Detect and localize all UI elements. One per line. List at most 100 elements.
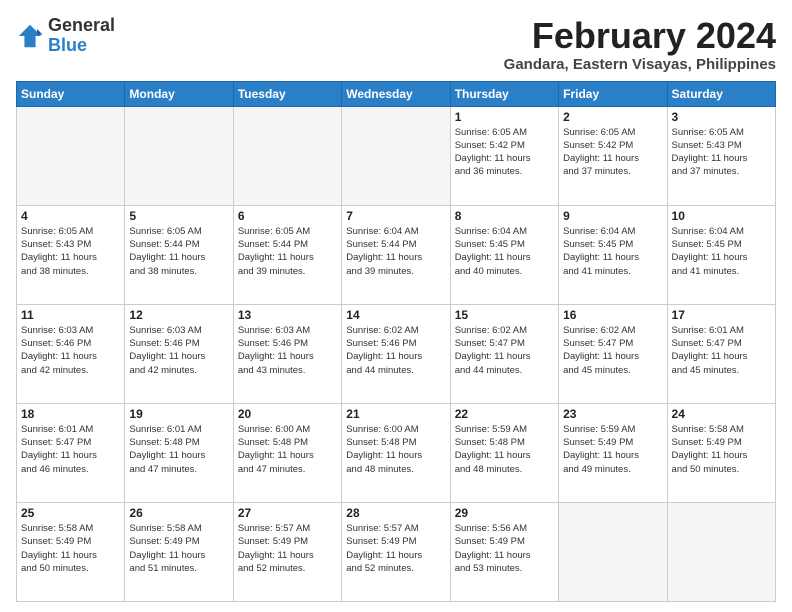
day-cell: 18 Sunrise: 6:01 AMSunset: 5:47 PMDayligh…: [17, 403, 125, 502]
day-number: 29: [455, 506, 554, 520]
day-number: 21: [346, 407, 445, 421]
header-monday: Monday: [125, 81, 233, 106]
day-cell: [233, 106, 341, 205]
day-cell: 3 Sunrise: 6:05 AMSunset: 5:43 PMDaylight…: [667, 106, 775, 205]
day-number: 11: [21, 308, 120, 322]
day-info: Sunrise: 6:05 AMSunset: 5:43 PMDaylight:…: [21, 225, 120, 278]
day-cell: 27Sunrise: 5:57 AMSunset: 5:49 PMDayligh…: [233, 502, 341, 601]
day-number: 1: [455, 110, 554, 124]
logo-general: General: [48, 16, 115, 36]
day-info: Sunrise: 6:03 AMSunset: 5:46 PMDaylight:…: [238, 324, 337, 377]
day-number: 7: [346, 209, 445, 223]
day-info: Sunrise: 6:05 AMSunset: 5:44 PMDaylight:…: [238, 225, 337, 278]
day-info: Sunrise: 6:00 AMSunset: 5:48 PMDaylight:…: [238, 423, 337, 476]
week-row-2: 11 Sunrise: 6:03 AMSunset: 5:46 PMDayligh…: [17, 304, 776, 403]
day-cell: 1Sunrise: 6:05 AMSunset: 5:42 PMDaylight…: [450, 106, 558, 205]
day-info: Sunrise: 5:59 AMSunset: 5:49 PMDaylight:…: [563, 423, 662, 476]
day-number: 22: [455, 407, 554, 421]
day-info: Sunrise: 6:04 AMSunset: 5:45 PMDaylight:…: [672, 225, 771, 278]
day-number: 5: [129, 209, 228, 223]
day-info: Sunrise: 6:02 AMSunset: 5:47 PMDaylight:…: [455, 324, 554, 377]
day-number: 3: [672, 110, 771, 124]
week-row-0: 1 Sunrise: 6:05 AMSunset: 5:42 PMDaylight…: [17, 106, 776, 205]
day-cell: 13 Sunrise: 6:03 AMSunset: 5:46 PMDayligh…: [233, 304, 341, 403]
day-number: 6: [238, 209, 337, 223]
day-info: Sunrise: 5:59 AMSunset: 5:48 PMDaylight:…: [455, 423, 554, 476]
day-cell: 29 Sunrise: 5:56 AMSunset: 5:49 PMDayligh…: [450, 502, 558, 601]
day-cell: [667, 502, 775, 601]
day-cell: 10 Sunrise: 6:04 AMSunset: 5:45 PMDayligh…: [667, 205, 775, 304]
day-info: Sunrise: 6:04 AMSunset: 5:45 PMDaylight:…: [563, 225, 662, 278]
day-cell: 2Sunrise: 6:05 AMSunset: 5:42 PMDaylight…: [559, 106, 667, 205]
day-number: 20: [238, 407, 337, 421]
day-cell: 15 Sunrise: 6:02 AMSunset: 5:47 PMDayligh…: [450, 304, 558, 403]
page: General Blue February 2024 Gandara, East…: [0, 0, 792, 612]
weekday-header-row: Sunday Monday Tuesday Wednesday Thursday…: [17, 81, 776, 106]
day-number: 24: [672, 407, 771, 421]
day-cell: 24 Sunrise: 5:58 AMSunset: 5:49 PMDayligh…: [667, 403, 775, 502]
day-info: Sunrise: 5:56 AMSunset: 5:49 PMDaylight:…: [455, 522, 554, 575]
week-row-3: 18 Sunrise: 6:01 AMSunset: 5:47 PMDayligh…: [17, 403, 776, 502]
day-number: 15: [455, 308, 554, 322]
day-cell: 25Sunrise: 5:58 AMSunset: 5:49 PMDayligh…: [17, 502, 125, 601]
day-info: Sunrise: 6:02 AMSunset: 5:47 PMDaylight:…: [563, 324, 662, 377]
day-number: 18: [21, 407, 120, 421]
header-friday: Friday: [559, 81, 667, 106]
day-number: 19: [129, 407, 228, 421]
day-number: 16: [563, 308, 662, 322]
day-info: Sunrise: 5:58 AMSunset: 5:49 PMDaylight:…: [672, 423, 771, 476]
day-cell: 9 Sunrise: 6:04 AMSunset: 5:45 PMDaylight…: [559, 205, 667, 304]
day-cell: 28 Sunrise: 5:57 AMSunset: 5:49 PMDayligh…: [342, 502, 450, 601]
day-info: Sunrise: 6:00 AMSunset: 5:48 PMDaylight:…: [346, 423, 445, 476]
day-info: Sunrise: 6:01 AMSunset: 5:47 PMDaylight:…: [21, 423, 120, 476]
calendar-title: February 2024: [504, 16, 776, 56]
title-block: February 2024 Gandara, Eastern Visayas, …: [504, 16, 776, 73]
day-cell: 19 Sunrise: 6:01 AMSunset: 5:48 PMDayligh…: [125, 403, 233, 502]
day-number: 8: [455, 209, 554, 223]
header: General Blue February 2024 Gandara, East…: [16, 16, 776, 73]
day-info: Sunrise: 6:04 AMSunset: 5:45 PMDaylight:…: [455, 225, 554, 278]
calendar-subtitle: Gandara, Eastern Visayas, Philippines: [504, 56, 776, 73]
day-number: 14: [346, 308, 445, 322]
day-info: Sunrise: 5:57 AMSunset: 5:49 PMDaylight:…: [238, 522, 337, 575]
calendar-table: Sunday Monday Tuesday Wednesday Thursday…: [16, 81, 776, 602]
header-wednesday: Wednesday: [342, 81, 450, 106]
day-cell: 16 Sunrise: 6:02 AMSunset: 5:47 PMDayligh…: [559, 304, 667, 403]
day-number: 4: [21, 209, 120, 223]
day-number: 9: [563, 209, 662, 223]
day-number: 13: [238, 308, 337, 322]
day-info: Sunrise: 6:01 AMSunset: 5:47 PMDaylight:…: [672, 324, 771, 377]
header-tuesday: Tuesday: [233, 81, 341, 106]
day-cell: 5Sunrise: 6:05 AMSunset: 5:44 PMDaylight…: [125, 205, 233, 304]
day-info: Sunrise: 6:01 AMSunset: 5:48 PMDaylight:…: [129, 423, 228, 476]
day-info: Sunrise: 5:58 AMSunset: 5:49 PMDaylight:…: [21, 522, 120, 575]
day-cell: 21 Sunrise: 6:00 AMSunset: 5:48 PMDayligh…: [342, 403, 450, 502]
logo-icon: [16, 22, 44, 50]
day-number: 12: [129, 308, 228, 322]
day-cell: 6 Sunrise: 6:05 AMSunset: 5:44 PMDaylight…: [233, 205, 341, 304]
week-row-1: 4 Sunrise: 6:05 AMSunset: 5:43 PMDaylight…: [17, 205, 776, 304]
header-thursday: Thursday: [450, 81, 558, 106]
day-number: 23: [563, 407, 662, 421]
logo-blue: Blue: [48, 36, 115, 56]
day-cell: 23 Sunrise: 5:59 AMSunset: 5:49 PMDayligh…: [559, 403, 667, 502]
day-cell: [125, 106, 233, 205]
day-info: Sunrise: 6:05 AMSunset: 5:42 PMDaylight:…: [563, 126, 662, 179]
day-cell: [17, 106, 125, 205]
day-cell: 22 Sunrise: 5:59 AMSunset: 5:48 PMDayligh…: [450, 403, 558, 502]
day-info: Sunrise: 6:03 AMSunset: 5:46 PMDaylight:…: [129, 324, 228, 377]
day-cell: 12 Sunrise: 6:03 AMSunset: 5:46 PMDayligh…: [125, 304, 233, 403]
day-number: 17: [672, 308, 771, 322]
day-info: Sunrise: 5:57 AMSunset: 5:49 PMDaylight:…: [346, 522, 445, 575]
day-cell: 26Sunrise: 5:58 AMSunset: 5:49 PMDayligh…: [125, 502, 233, 601]
day-cell: 4 Sunrise: 6:05 AMSunset: 5:43 PMDaylight…: [17, 205, 125, 304]
day-cell: [342, 106, 450, 205]
day-number: 28: [346, 506, 445, 520]
day-cell: [559, 502, 667, 601]
day-number: 26: [129, 506, 228, 520]
day-number: 10: [672, 209, 771, 223]
day-cell: 20 Sunrise: 6:00 AMSunset: 5:48 PMDayligh…: [233, 403, 341, 502]
day-cell: 11Sunrise: 6:03 AMSunset: 5:46 PMDayligh…: [17, 304, 125, 403]
header-sunday: Sunday: [17, 81, 125, 106]
day-info: Sunrise: 6:05 AMSunset: 5:43 PMDaylight:…: [672, 126, 771, 179]
